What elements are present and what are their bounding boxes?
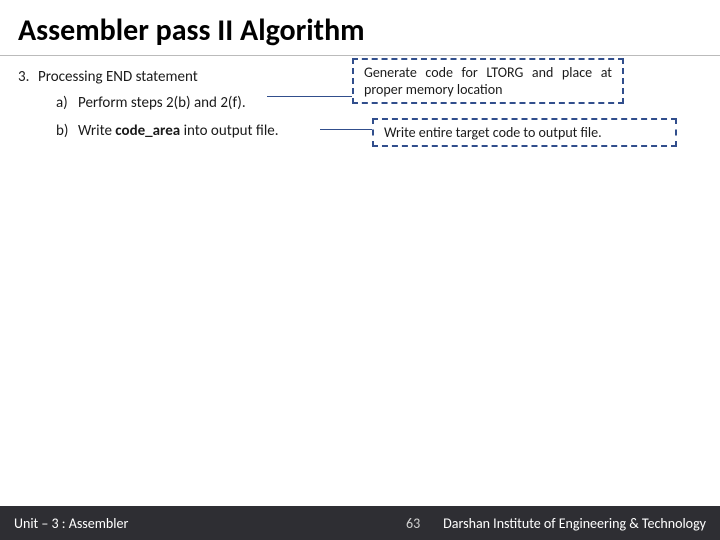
list-text: Processing END statement — [38, 68, 198, 86]
sub-text: Perform steps 2(b) and 2(f). — [78, 94, 246, 112]
bold-code-area: code_area — [115, 122, 180, 140]
footer-page-number: 63 — [393, 515, 433, 532]
text-post: into output file. — [180, 122, 278, 140]
list-number: 3. — [18, 68, 38, 86]
callout-box-1: Generate code for LTORG and place at pro… — [352, 58, 624, 104]
connector-line — [267, 96, 352, 97]
content-area: 3. Processing END statement a) Perform s… — [0, 56, 720, 162]
connector-line — [320, 129, 372, 130]
sub-text: Write code_area into output file. — [78, 122, 279, 140]
footer-institute: Darshan Institute of Engineering & Techn… — [433, 515, 720, 532]
callout-box-2: Write entire target code to output file. — [372, 118, 677, 147]
sub-label: b) — [56, 122, 78, 140]
footer-bar: Unit – 3 : Assembler 63 Darshan Institut… — [0, 506, 720, 540]
footer-unit: Unit – 3 : Assembler — [0, 515, 393, 532]
sub-label: a) — [56, 94, 78, 112]
text-pre: Write — [78, 122, 115, 140]
slide-title: Assembler pass II Algorithm — [0, 0, 720, 56]
